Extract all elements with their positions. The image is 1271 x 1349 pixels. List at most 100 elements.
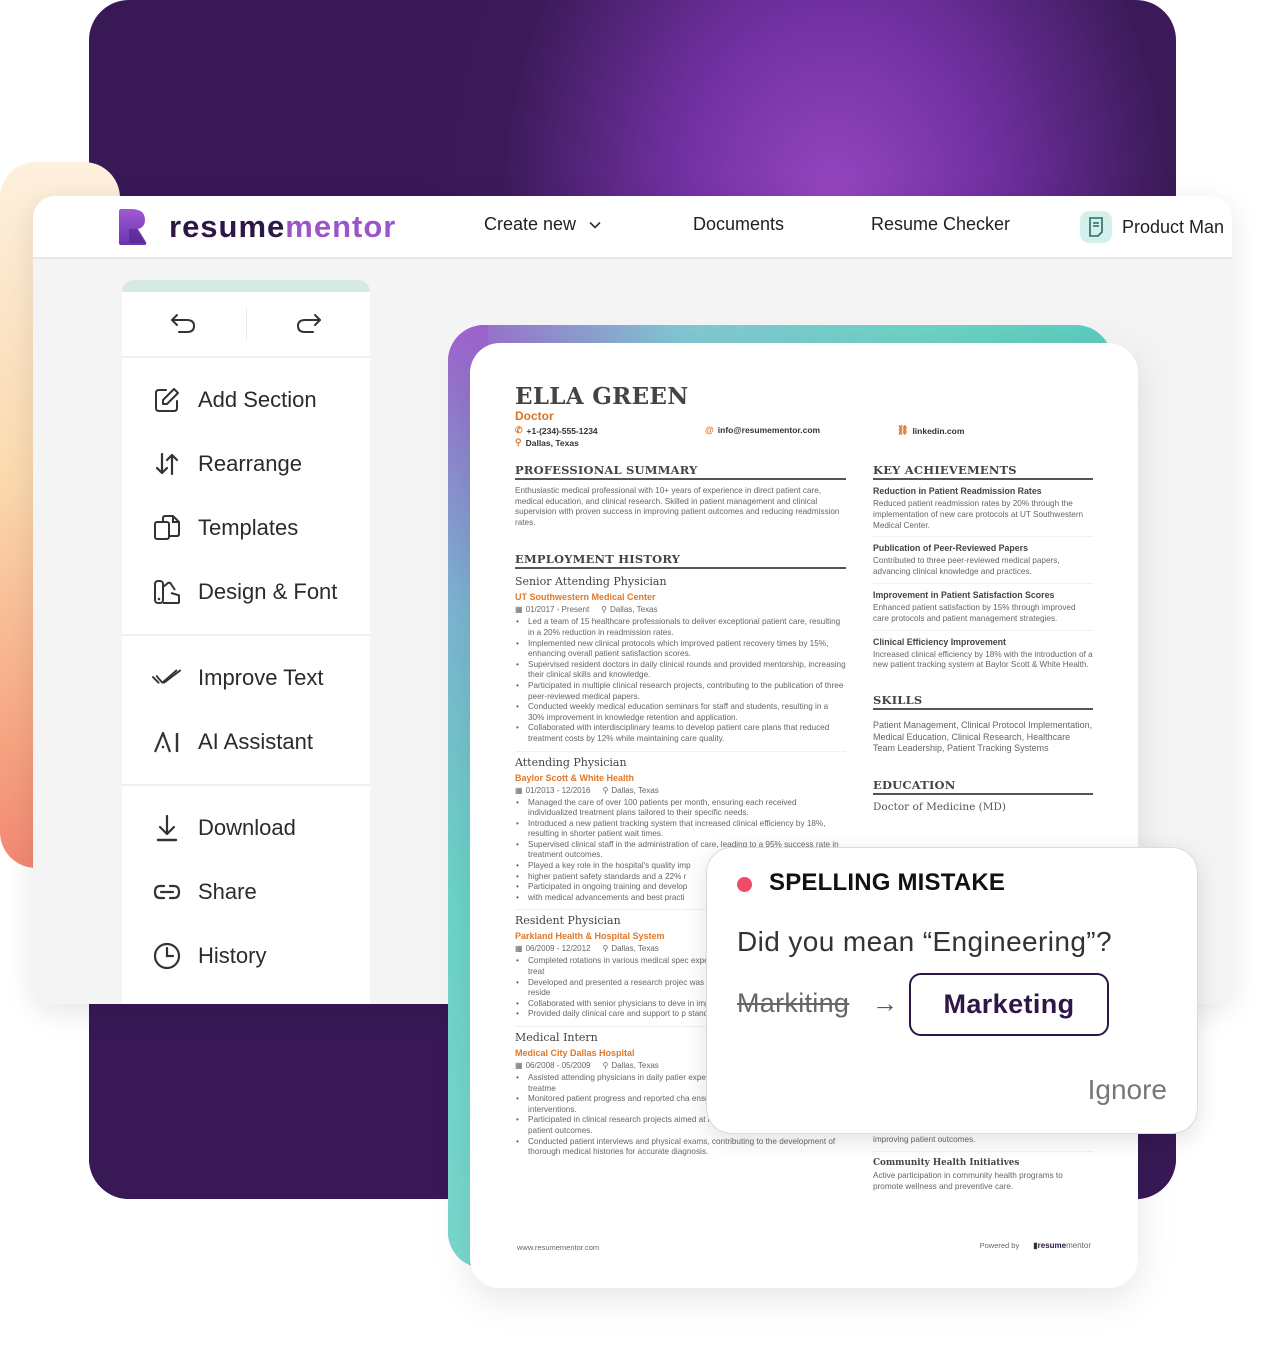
job-dates: ▦ 01/2017 - Present	[515, 605, 589, 614]
job-bullet: Conducted weekly medical education semin…	[515, 702, 846, 723]
achievement-entry: Clinical Efficiency Improvement Increased…	[873, 637, 1093, 672]
job-location: ⚲ Dallas, Texas	[603, 786, 659, 795]
job-location-text: Dallas, Texas	[611, 1061, 659, 1070]
nav-resume-checker[interactable]: Resume Checker	[871, 214, 1010, 235]
job-bullet: Participated in multiple clinical resear…	[515, 681, 846, 702]
clock-icon	[152, 941, 182, 971]
resume-email-text: info@resumementor.com	[717, 425, 821, 435]
sidebar-item-label: AI Assistant	[198, 729, 313, 754]
sidebar-item-rearrange[interactable]: Rearrange	[122, 432, 370, 496]
ignore-button[interactable]: Ignore	[1088, 1074, 1167, 1106]
at-icon: @	[705, 425, 714, 435]
sidebar-item-history[interactable]: History	[122, 924, 370, 988]
arrow-right-icon: →	[872, 988, 898, 1018]
sidebar-item-templates[interactable]: Templates	[122, 496, 370, 560]
achievement-entry: Improvement in Patient Satisfaction Scor…	[873, 590, 1093, 631]
community-description: Active participation in community health…	[873, 1170, 1063, 1191]
job-dates: ▦ 06/2008 - 05/2009	[515, 1061, 591, 1070]
job-bullet: Managed the care of over 100 patients pe…	[515, 798, 846, 819]
sidebar-item-label: Improve Text	[198, 665, 324, 690]
job-dates-text: 01/2017 - Present	[525, 605, 590, 615]
calendar-icon: ▦	[515, 785, 523, 795]
job-location: ⚲ Dallas, Texas	[603, 1061, 659, 1070]
job-dates: ▦ 01/2013 - 12/2016	[515, 786, 591, 795]
job-meta: ▦ 01/2017 - Present ⚲ Dallas, Texas	[515, 605, 846, 614]
sidebar-item-share[interactable]: Share	[122, 860, 370, 924]
resume-footer-url: www.resumementor.com	[517, 1243, 600, 1252]
job-bullets: Led a team of 15 healthcare professional…	[515, 617, 846, 744]
undo-button[interactable]	[122, 292, 246, 356]
achievement-entry: Publication of Peer-Reviewed Papers Contr…	[873, 543, 1093, 584]
popup-question: Did you mean “Engineering”?	[737, 926, 1113, 957]
job-dates-text: 06/2008 - 05/2009	[525, 1061, 591, 1070]
section-heading: PROFESSIONAL SUMMARY	[515, 463, 846, 480]
sidebar-item-design-font[interactable]: Design & Font	[122, 560, 370, 624]
achievement-title: Clinical Efficiency Improvement	[873, 636, 1006, 647]
download-icon	[152, 813, 182, 843]
spelling-mistake-popup: SPELLING MISTAKE Did you mean “Engineeri…	[706, 847, 1198, 1134]
redo-icon	[297, 314, 322, 333]
sidebar-top-accent	[122, 280, 370, 292]
link-icon: ⛓	[897, 425, 909, 435]
job-location-text: Dallas, Texas	[611, 785, 659, 795]
resume-linkedin: ⛓ linkedin.com	[897, 425, 964, 436]
achievement-description: Reduced patient readmission rates by 20%…	[873, 499, 1084, 530]
editor-sidebar: Add Section Rearrange Templates Design &…	[122, 280, 370, 1004]
nav-documents[interactable]: Documents	[693, 214, 784, 235]
popup-heading: SPELLING MISTAKE	[769, 869, 1006, 896]
sidebar-item-download[interactable]: Download	[122, 796, 370, 860]
accept-suggestion-button[interactable]: Marketing	[909, 973, 1109, 1036]
calendar-icon: ▦	[515, 605, 523, 615]
calendar-icon: ▦	[515, 1061, 523, 1070]
redo-button[interactable]	[247, 292, 371, 356]
job-title: Senior Attending Physician	[515, 575, 667, 589]
sidebar-item-add-section[interactable]: Add Section	[122, 368, 370, 432]
achievement-divider	[873, 536, 1093, 538]
resume-preview[interactable]: ELLA GREEN Doctor ✆ +1-(234)-555-1234 @ in…	[470, 343, 1138, 1288]
resume-location-text: Dallas, Texas	[525, 437, 579, 448]
undo-redo-row	[122, 292, 370, 358]
current-document-tab[interactable]: Product Man	[1080, 211, 1224, 243]
resume-right-column: KEY ACHIEVEMENTS Reduction in Patient Re…	[873, 463, 1093, 813]
ai-icon	[152, 727, 182, 757]
job-company: UT Southwestern Medical Center	[515, 592, 656, 603]
location-pin-icon: ⚲	[601, 605, 608, 615]
sidebar-item-label: Templates	[198, 515, 299, 540]
achievement-description-tail: improving patient outcomes.	[873, 1135, 976, 1144]
logo-wordmark: resumementor	[169, 209, 396, 245]
job-bullet: Collaborated with interdisciplinary team…	[515, 723, 846, 744]
job-location: ⚲ Dallas, Texas	[603, 944, 659, 953]
achievement-divider	[873, 582, 1093, 584]
edit-icon	[152, 385, 182, 415]
section-heading: EMPLOYMENT HISTORY	[515, 552, 846, 570]
resume-footer-branding: Powered by ▮resumementor	[980, 1241, 1091, 1250]
sidebar-item-label: Share	[198, 879, 257, 904]
nav-create-new[interactable]: Create new	[484, 214, 602, 235]
achievement-title: Reduction in Patient Readmission Rates	[873, 486, 1042, 496]
section-heading: KEY ACHIEVEMENTS	[873, 463, 1093, 480]
job-company: Baylor Scott & White Health	[515, 772, 635, 783]
resume-phone-text: +1-(234)-555-1234	[526, 425, 598, 436]
error-indicator-dot	[737, 877, 752, 892]
location-pin-icon: ⚲	[602, 1061, 609, 1070]
section-heading: EDUCATION	[873, 778, 1093, 796]
nav-resume-checker-label: Resume Checker	[871, 214, 1011, 234]
resume-right-column-bottom: improving patient outcomes. Community He…	[873, 1132, 1093, 1192]
sidebar-item-improve-text[interactable]: Improve Text	[122, 646, 370, 710]
document-icon	[1080, 211, 1112, 243]
undo-icon	[170, 314, 195, 333]
resume-phone: ✆ +1-(234)-555-1234	[515, 425, 598, 436]
location-pin-icon: ⚲	[602, 785, 609, 795]
brand-logo[interactable]: resumementor	[117, 209, 396, 245]
achievement-divider	[873, 1150, 1093, 1152]
sidebar-group-ai: Improve Text AI Assistant	[122, 636, 370, 786]
phone-icon: ✆	[515, 425, 523, 435]
sidebar-item-ai-assistant[interactable]: AI Assistant	[122, 710, 370, 774]
current-document-name: Product Man	[1122, 216, 1225, 237]
powered-by-label: Powered by	[979, 1241, 1020, 1250]
chevron-down-icon	[589, 221, 601, 229]
sidebar-group-editing: Add Section Rearrange Templates Design &…	[122, 358, 370, 636]
community-title: Community Health Initiatives	[873, 1157, 1020, 1168]
sidebar-group-export: Download Share History	[122, 786, 370, 998]
job-dates: ▦ 06/2009 - 12/2012	[515, 944, 591, 953]
